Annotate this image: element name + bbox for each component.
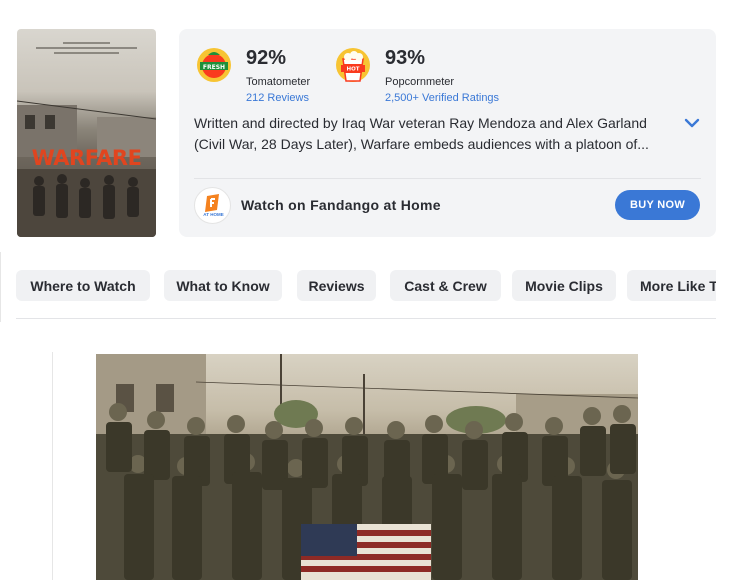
poster-credits — [27, 39, 146, 61]
tomatometer-percent: 92% — [246, 47, 287, 69]
tab-where-to-watch[interactable]: Where to Watch — [16, 270, 150, 301]
reviews-count-link[interactable]: 212 Reviews — [246, 92, 309, 104]
tab-more-like-this[interactable]: More Like This — [627, 270, 716, 301]
verified-hot-icon: HOT — [336, 48, 370, 82]
tomatometer-label: Tomatometer — [246, 76, 311, 88]
watch-on-fandango-label[interactable]: Watch on Fandango at Home — [241, 197, 441, 213]
movie-poster[interactable]: WARFARE — [17, 29, 156, 237]
poster-soldiers — [17, 169, 156, 237]
photo-frame-edge — [52, 352, 53, 580]
american-flag — [301, 524, 431, 580]
watch-on-fandango-row[interactable]: AT HOME Watch on Fandango at Home BUY NO… — [194, 187, 702, 227]
chevron-down-icon[interactable] — [684, 117, 700, 129]
cast-photo-illustration — [96, 354, 638, 580]
fandango-at-home-icon: AT HOME — [194, 187, 231, 224]
card-divider — [194, 178, 701, 179]
popcornmeter-label: Popcornmeter — [385, 76, 455, 88]
verified-ratings-link[interactable]: 2,500+ Verified Ratings — [385, 92, 499, 104]
svg-text:FRESH: FRESH — [203, 64, 225, 71]
cast-group-photo[interactable] — [96, 354, 638, 580]
poster-title: WARFARE — [31, 146, 142, 170]
tab-what-to-know[interactable]: What to Know — [164, 270, 282, 301]
fandango-icon-text: AT HOME — [203, 212, 224, 217]
movie-info-card: FRESH 92% Tomatometer 212 Reviews HOT 93… — [179, 29, 716, 237]
section-tabs: Where to Watch What to Know Reviews Cast… — [16, 270, 716, 302]
tab-reviews[interactable]: Reviews — [297, 270, 376, 301]
buy-now-button[interactable]: BUY NOW — [615, 190, 700, 220]
svg-text:HOT: HOT — [346, 67, 359, 73]
popcornmeter-percent: 93% — [385, 47, 426, 69]
left-edge-rule — [0, 252, 1, 322]
certified-fresh-icon: FRESH — [197, 48, 231, 82]
tabs-divider — [16, 318, 716, 319]
tab-movie-clips[interactable]: Movie Clips — [512, 270, 616, 301]
tab-cast-crew[interactable]: Cast & Crew — [390, 270, 501, 301]
movie-synopsis[interactable]: Written and directed by Iraq War veteran… — [194, 113, 666, 155]
